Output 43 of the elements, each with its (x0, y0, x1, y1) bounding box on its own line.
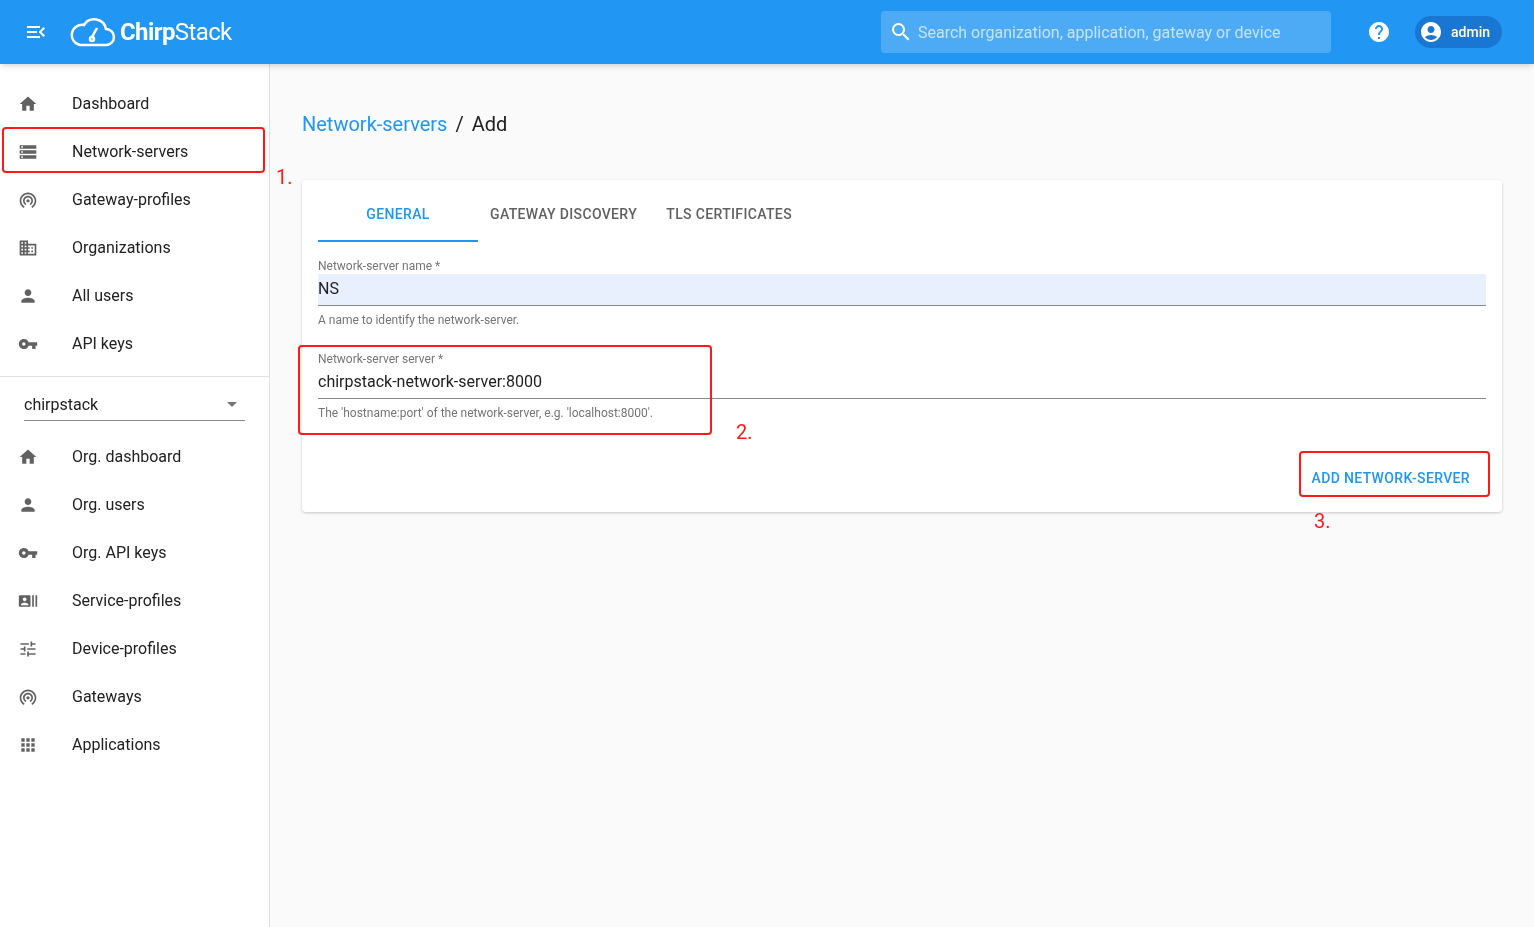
text-field[interactable]: Network-server name * NS (318, 258, 1486, 306)
text-field[interactable]: Network-server server * chirpstack-network-server:8000 (318, 351, 1486, 399)
tab[interactable]: TLS CERTIFICATES (649, 188, 810, 242)
breadcrumb-current: Add (471, 111, 508, 138)
tab[interactable]: GATEWAY DISCOVERY (478, 188, 650, 242)
sidebar-item[interactable]: Service-profiles (0, 577, 269, 625)
sidebar-item[interactable]: Gateways (0, 673, 269, 721)
sidebar-item[interactable]: Device-profiles (0, 625, 269, 673)
sidebar-item[interactable]: Gateway-profiles (0, 176, 269, 224)
sidebar-item[interactable]: Network-servers (0, 128, 269, 176)
sidebar-item[interactable]: Org. users (0, 481, 269, 529)
building-icon (18, 238, 38, 258)
sidebar-item[interactable]: Applications (0, 721, 269, 769)
user-chip[interactable]: admin (1415, 16, 1502, 48)
annotation-label: 3. (1314, 511, 1331, 531)
helper-text: The 'hostname:port' of the network-server, e.g. 'localhost:8000'. (318, 405, 654, 422)
sidebar-item[interactable]: Organizations (0, 224, 269, 272)
annotation-label: 2. (736, 422, 753, 442)
sidebar-item[interactable]: All users (0, 272, 269, 320)
search-field[interactable]: Search organization, application, gateway or device (881, 11, 1331, 53)
cloud-logo-icon (70, 15, 116, 49)
helper-text: A name to identify the network-server. (318, 312, 521, 329)
home-icon (18, 94, 38, 114)
sidebar-item[interactable]: Org. dashboard (0, 433, 269, 481)
field-label: Network-server name * (318, 258, 1486, 274)
help-icon[interactable] (1367, 20, 1391, 44)
account-icon (1419, 20, 1443, 44)
field-value: NS (318, 278, 340, 300)
sidebar-item[interactable]: Org. API keys (0, 529, 269, 577)
sidebar-item[interactable]: API keys (0, 320, 269, 368)
antenna-icon (18, 190, 38, 210)
dropdown-icon (227, 402, 237, 407)
annotation-label: 1. (276, 167, 293, 187)
grid-icon (18, 735, 38, 755)
sidebar-item[interactable]: Dashboard (0, 80, 269, 128)
server-icon (18, 142, 38, 162)
breadcrumb-separator: / (455, 111, 464, 138)
antenna-icon (18, 687, 38, 707)
organization-select[interactable]: chirpstack (24, 389, 245, 421)
logo-text: ChirpStack (120, 17, 232, 48)
home-icon (18, 447, 38, 467)
field-value: chirpstack-network-server:8000 (318, 371, 543, 393)
sliders-icon (18, 639, 38, 659)
